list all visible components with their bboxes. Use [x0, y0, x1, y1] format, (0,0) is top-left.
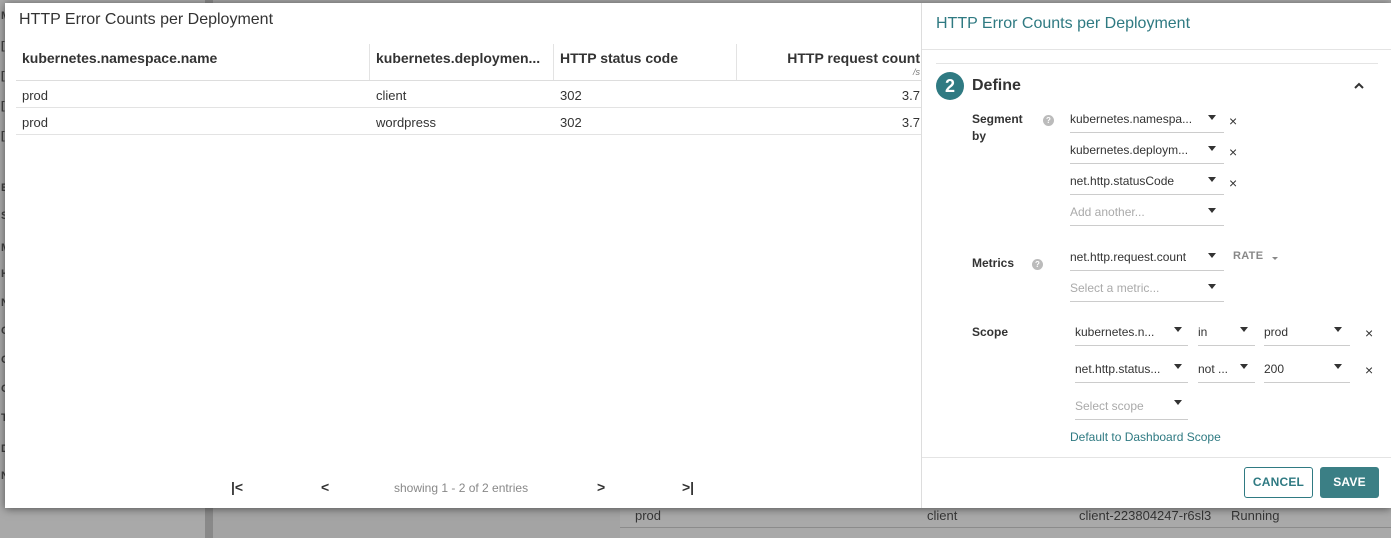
chevron-down-icon — [1208, 253, 1216, 258]
divider — [922, 49, 1391, 50]
caret-down-icon — [1272, 257, 1278, 260]
remove-segment-icon[interactable]: × — [1229, 114, 1237, 128]
save-button[interactable]: SAVE — [1320, 467, 1379, 498]
chevron-down-icon — [1334, 327, 1342, 332]
preview-table: kubernetes.namespace.name kubernetes.dep… — [16, 44, 921, 135]
column-header-deployment[interactable]: kubernetes.deploymen... — [370, 44, 554, 80]
cell-request-count: 3.7 — [901, 115, 920, 130]
preview-area: HTTP Error Counts per Deployment kuberne… — [5, 3, 921, 508]
chevron-down-icon — [1334, 364, 1342, 369]
config-panel: HTTP Error Counts per Deployment 2 Defin… — [921, 3, 1391, 508]
cell-status-code: 302 — [560, 88, 582, 103]
chevron-down-icon — [1240, 327, 1248, 332]
column-unit: /s — [912, 67, 920, 77]
chevron-down-icon — [1208, 177, 1216, 182]
remove-segment-icon[interactable]: × — [1229, 176, 1237, 190]
scope-operator-select[interactable]: not ... — [1198, 357, 1255, 383]
segment-select[interactable]: net.http.statusCode — [1070, 169, 1224, 195]
pagination: |< < showing 1 - 2 of 2 entries > >| — [5, 473, 921, 503]
chevron-down-icon — [1208, 146, 1216, 151]
segment-select[interactable]: kubernetes.deploym... — [1070, 138, 1224, 164]
cell-namespace: prod — [22, 88, 49, 103]
divider — [922, 457, 1391, 458]
step-number-badge: 2 — [936, 72, 964, 100]
cell-deployment: client — [376, 88, 407, 103]
column-header-request-count[interactable]: HTTP request count /s — [737, 44, 921, 80]
column-header-status-code[interactable]: HTTP status code — [554, 44, 737, 80]
chevron-down-icon — [1208, 208, 1216, 213]
cancel-button[interactable]: CANCEL — [1244, 467, 1313, 498]
divider — [936, 63, 1378, 64]
chevron-down-icon — [1174, 364, 1182, 369]
add-segment-select[interactable]: Add another... — [1070, 200, 1224, 226]
remove-scope-icon[interactable]: × — [1365, 326, 1373, 340]
segment-label-line2: by — [972, 129, 987, 143]
remove-segment-icon[interactable]: × — [1229, 145, 1237, 159]
table-row: prod wordpress 302 3.7 — [16, 108, 921, 135]
remove-scope-icon[interactable]: × — [1365, 363, 1373, 377]
chevron-down-icon — [1174, 327, 1182, 332]
chevron-down-icon — [1174, 400, 1182, 405]
last-page-icon[interactable]: >| — [682, 479, 694, 495]
panel-title: HTTP Error Counts per Deployment — [936, 15, 1191, 32]
aggregation-select[interactable]: RATE — [1233, 250, 1263, 262]
column-header-namespace[interactable]: kubernetes.namespace.name — [16, 44, 370, 80]
scope-label: Scope — [972, 325, 1009, 339]
cell-request-count: 3.7 — [901, 88, 920, 103]
cell-deployment: wordpress — [376, 115, 436, 130]
scope-key-select[interactable]: net.http.status... — [1075, 357, 1188, 383]
cell-namespace: prod — [22, 115, 49, 130]
table-row: prod client 302 3.7 — [16, 81, 921, 108]
scope-operator-select[interactable]: in — [1198, 320, 1255, 346]
chevron-down-icon — [1240, 364, 1248, 369]
scope-value-select[interactable]: prod — [1264, 320, 1350, 346]
table-header: kubernetes.namespace.name kubernetes.dep… — [16, 44, 921, 81]
section-title: Define — [972, 77, 1021, 94]
segment-select[interactable]: kubernetes.namespa... — [1070, 107, 1224, 133]
scope-key-select[interactable]: kubernetes.n... — [1075, 320, 1188, 346]
cell-status-code: 302 — [560, 115, 582, 130]
add-metric-select[interactable]: Select a metric... — [1070, 276, 1224, 302]
metric-select[interactable]: net.http.request.count — [1070, 245, 1224, 271]
chevron-up-icon[interactable] — [1352, 79, 1366, 93]
preview-title: HTTP Error Counts per Deployment — [19, 11, 274, 28]
next-page-icon[interactable]: > — [597, 479, 605, 495]
chevron-down-icon — [1208, 284, 1216, 289]
help-icon[interactable]: ? — [1032, 259, 1043, 270]
add-scope-select[interactable]: Select scope — [1075, 394, 1188, 420]
column-header-request-count-label: HTTP request count — [787, 50, 920, 66]
prev-page-icon[interactable]: < — [321, 479, 329, 495]
segment-by-label: Segment by — [972, 111, 1023, 145]
edit-panel-modal: HTTP Error Counts per Deployment kuberne… — [5, 3, 1391, 508]
first-page-icon[interactable]: |< — [231, 479, 243, 495]
scope-value-select[interactable]: 200 — [1264, 357, 1350, 383]
metrics-label: Metrics — [972, 256, 1015, 270]
default-scope-link[interactable]: Default to Dashboard Scope — [1070, 430, 1221, 444]
pagination-info: showing 1 - 2 of 2 entries — [394, 481, 529, 495]
segment-label-line1: Segment — [972, 112, 1023, 126]
help-icon[interactable]: ? — [1043, 115, 1054, 126]
chevron-down-icon — [1208, 115, 1216, 120]
